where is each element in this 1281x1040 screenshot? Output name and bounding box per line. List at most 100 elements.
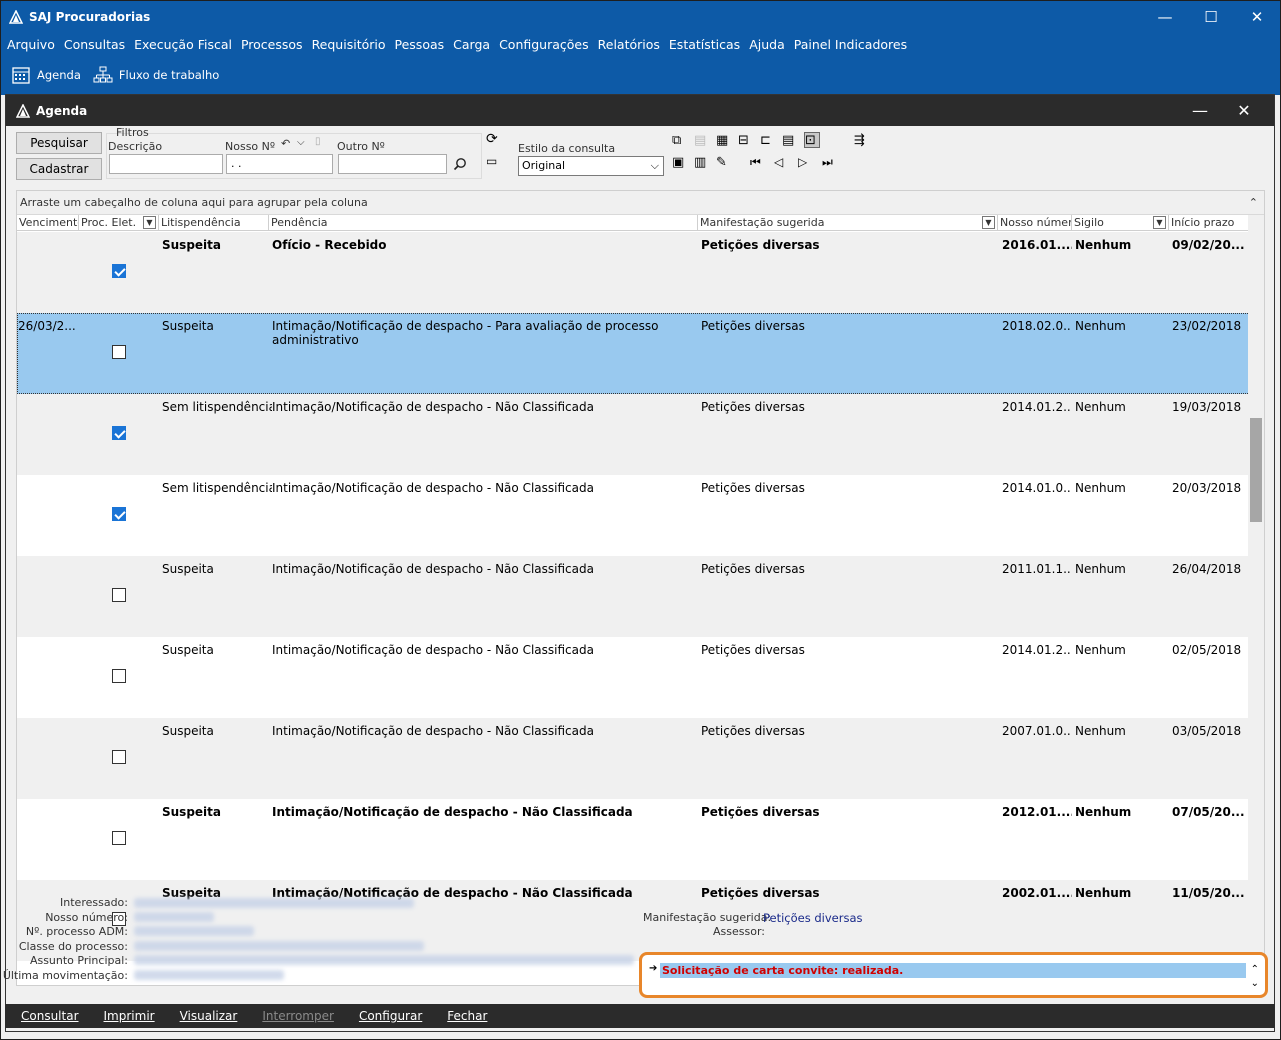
table-row[interactable]: 26/03/2... Suspeita Intimação/Notificação …	[17, 313, 1250, 394]
vertical-scrollbar[interactable]	[1248, 215, 1264, 985]
menu-requisitorio[interactable]: Requisitório	[312, 37, 386, 52]
close-icon[interactable]: ✕	[1222, 101, 1266, 120]
col-nosso-numero[interactable]: Nosso número	[998, 215, 1072, 231]
preview-icon[interactable]: ⊡	[804, 132, 820, 148]
group-by-bar[interactable]: Arraste um cabeçalho de coluna aqui para…	[17, 191, 1264, 215]
col-pendencia[interactable]: Pendência	[269, 215, 698, 231]
col-manifestacao-sugerida[interactable]: Manifestação sugerida	[698, 215, 998, 231]
table-row[interactable]: Sem litispendência Intimação/Notificação …	[17, 475, 1250, 556]
menu-ajuda[interactable]: Ajuda	[749, 37, 785, 52]
list-icon[interactable]: ▤	[782, 133, 798, 149]
menu-painel-indicadores[interactable]: Painel Indicadores	[794, 37, 907, 52]
manifestacao-sugerida-label: Manifestação sugerida:	[643, 911, 772, 924]
consultar-button[interactable]: Consultar	[21, 1009, 79, 1023]
chevron-up-icon[interactable]: ⌃	[1249, 191, 1258, 215]
redacted-value	[134, 926, 254, 936]
proc-elet-checkbox[interactable]	[112, 264, 126, 278]
menu-consultas[interactable]: Consultas	[64, 37, 125, 52]
table-row[interactable]: Suspeita Intimação/Notificação de despach…	[17, 556, 1250, 637]
prev-record-icon[interactable]: ◁	[774, 155, 790, 171]
cell-manifestacao: Petições diversas	[701, 319, 805, 333]
cell-pendencia: Intimação/Notificação de despacho - Não …	[272, 724, 594, 738]
menu-arquivo[interactable]: Arquivo	[7, 37, 55, 52]
menu-bar: Arquivo Consultas Execução Fiscal Proces…	[1, 33, 1280, 55]
fechar-button[interactable]: Fechar	[447, 1009, 487, 1023]
agenda-button[interactable]: Agenda	[11, 65, 81, 85]
next-record-icon[interactable]: ▷	[798, 155, 814, 171]
visualizar-button[interactable]: Visualizar	[180, 1009, 238, 1023]
cell-sigilo: Nenhum	[1075, 562, 1126, 576]
undo-icon[interactable]: ↶	[281, 137, 290, 150]
form-icon[interactable]: ▦	[716, 133, 732, 149]
outro-no-input[interactable]	[338, 154, 447, 174]
clipboard-icon[interactable]: ▯	[315, 136, 321, 147]
tree-icon[interactable]: ⊟	[738, 133, 754, 149]
table-row[interactable]: Sem litispendência Intimação/Notificação …	[17, 394, 1250, 475]
table-row[interactable]: Suspeita Intimação/Notificação de despach…	[17, 718, 1250, 799]
menu-relatorios[interactable]: Relatórios	[598, 37, 660, 52]
table-row[interactable]: Suspeita Ofício - Recebido Petições divers…	[17, 232, 1250, 313]
menu-execucao-fiscal[interactable]: Execução Fiscal	[134, 37, 232, 52]
menu-configuracoes[interactable]: Configurações	[499, 37, 589, 52]
edit-pencil-icon[interactable]: ✎	[716, 155, 732, 171]
col-inicio-prazo[interactable]: Início prazo ╱	[1169, 215, 1250, 231]
scroll-down-icon[interactable]: ⌄	[1251, 977, 1259, 991]
close-icon[interactable]: ✕	[1234, 1, 1280, 33]
pesquisar-button[interactable]: Pesquisar	[16, 132, 102, 154]
nosso-no-input[interactable]: . .	[226, 154, 333, 174]
export-excel-icon[interactable]: ⧉	[672, 133, 688, 149]
search-icon[interactable]	[453, 157, 467, 171]
proc-elet-checkbox[interactable]	[112, 831, 126, 845]
redacted-value	[134, 941, 424, 951]
cell-nosso-numero: 2014.01.2...	[1002, 643, 1072, 657]
menu-estatisticas[interactable]: Estatísticas	[669, 37, 740, 52]
configurar-button[interactable]: Configurar	[359, 1009, 422, 1023]
cell-sigilo: Nenhum	[1075, 400, 1126, 414]
delete-icon[interactable]: ▥	[694, 155, 710, 171]
first-record-icon[interactable]: ⏮	[750, 155, 766, 171]
menu-pessoas[interactable]: Pessoas	[395, 37, 445, 52]
outro-no-label: Outro Nº	[337, 140, 385, 153]
fluxo-trabalho-button[interactable]: Fluxo de trabalho	[93, 65, 219, 85]
imprimir-button[interactable]: Imprimir	[104, 1009, 155, 1023]
cell-pendencia: Intimação/Notificação de despacho - Não …	[272, 481, 594, 495]
notes-box[interactable]: ➔ Solicitação de carta convite: realizad…	[639, 952, 1268, 998]
last-record-icon[interactable]: ⏭	[822, 155, 838, 171]
table-row[interactable]: Suspeita Intimação/Notificação de despach…	[17, 799, 1250, 880]
filter-dropdown-icon[interactable]: ▼	[143, 216, 156, 229]
title-bar: SAJ Procuradorias — ☐ ✕	[1, 1, 1280, 33]
cadastrar-button[interactable]: Cadastrar	[16, 158, 102, 180]
proc-elet-checkbox[interactable]	[112, 750, 126, 764]
scrollbar-thumb[interactable]	[1250, 418, 1262, 522]
save-icon[interactable]: ▣	[672, 155, 688, 171]
descricao-input[interactable]	[109, 154, 223, 174]
minimize-icon[interactable]: —	[1142, 1, 1188, 33]
collapse-icon[interactable]: ⊏	[760, 133, 776, 149]
proc-elet-checkbox[interactable]	[112, 669, 126, 683]
note-line[interactable]: Solicitação de carta convite: realizada.	[660, 963, 1246, 978]
proc-elet-checkbox[interactable]	[112, 345, 126, 359]
proc-elet-checkbox[interactable]	[112, 426, 126, 440]
refresh-icon[interactable]: ⟳	[486, 131, 498, 147]
proc-elet-checkbox[interactable]	[112, 507, 126, 521]
minimize-icon[interactable]: —	[1178, 101, 1222, 120]
menu-carga[interactable]: Carga	[453, 37, 490, 52]
copy-icon[interactable]: ▤	[694, 133, 710, 149]
filter-dropdown-icon[interactable]: ▼	[1153, 216, 1166, 229]
filter-dropdown-icon[interactable]: ▼	[982, 216, 995, 229]
chevron-down-icon[interactable]: ⌵	[297, 137, 305, 148]
col-litispendencia[interactable]: Litispendência	[159, 215, 269, 231]
cell-nosso-numero: 2012.01....	[1002, 805, 1072, 819]
filter-list-icon[interactable]: ⇶	[854, 133, 870, 149]
maximize-icon[interactable]: ☐	[1188, 1, 1234, 33]
estilo-consulta-select[interactable]: Original ⌵	[518, 156, 664, 176]
cell-inicio-prazo: 19/03/2018	[1172, 400, 1242, 414]
proc-elet-checkbox[interactable]	[112, 588, 126, 602]
menu-processos[interactable]: Processos	[241, 37, 303, 52]
col-vencimento[interactable]: Vencimento	[17, 215, 79, 231]
scroll-up-icon[interactable]: ⌃	[1251, 963, 1259, 977]
grid-header: Vencimento Proc. Elet. ▼ Litispendência …	[17, 215, 1250, 231]
table-row[interactable]: Suspeita Intimação/Notificação de despach…	[17, 637, 1250, 718]
message-icon[interactable]: ▭	[486, 154, 497, 168]
agenda-title: Agenda	[36, 103, 88, 118]
